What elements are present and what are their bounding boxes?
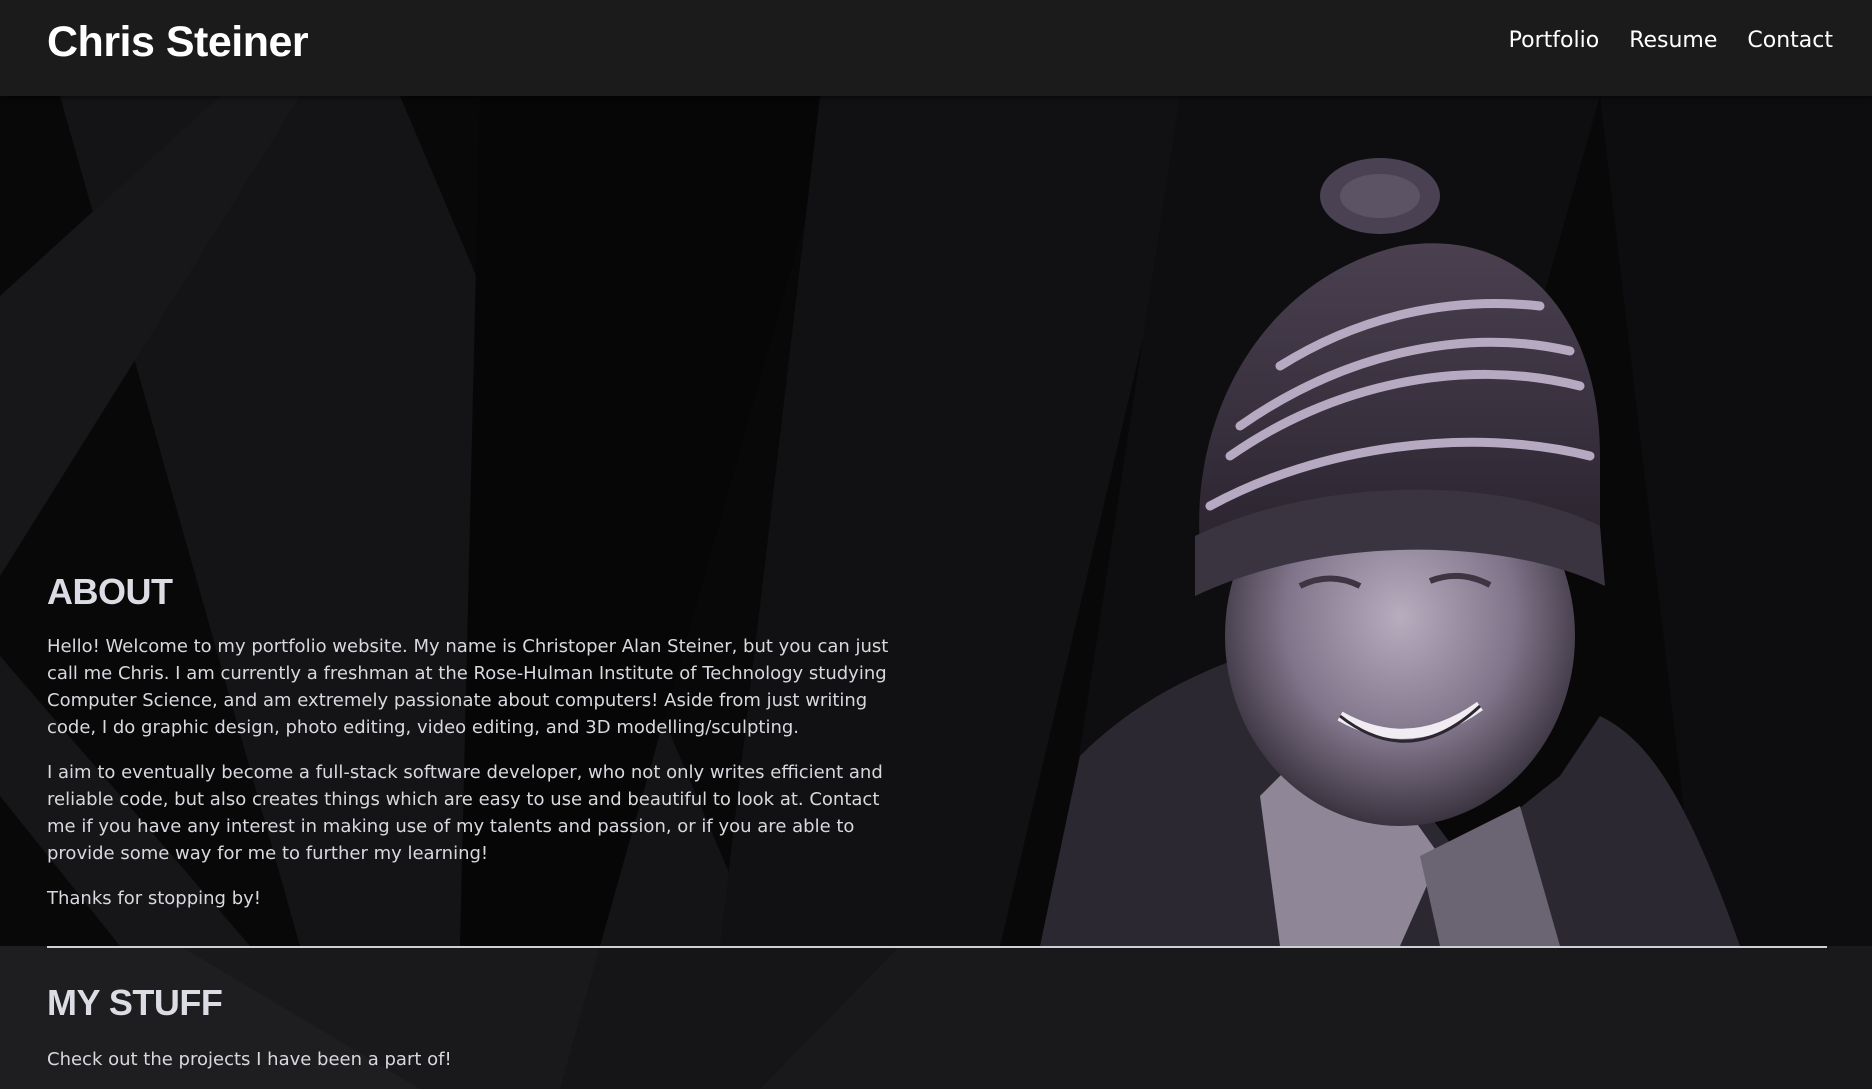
about-section: ABOUT Hello! Welcome to my portfolio web… bbox=[0, 96, 1872, 946]
about-paragraph-2: I aim to eventually become a full-stack … bbox=[47, 762, 883, 864]
main-nav: Portfolio Resume Contact bbox=[1509, 28, 1833, 53]
my-stuff-text: Check out the projects I have been a par… bbox=[47, 1049, 452, 1070]
about-paragraph-3: Thanks for stopping by! bbox=[47, 888, 261, 909]
site-header: Chris Steiner Portfolio Resume Contact bbox=[0, 0, 1872, 96]
portrait-photo bbox=[1040, 158, 1740, 946]
section-divider bbox=[47, 946, 1827, 948]
about-paragraph-1: Hello! Welcome to my portfolio website. … bbox=[47, 636, 889, 738]
about-heading: ABOUT bbox=[47, 571, 173, 612]
my-stuff-heading: MY STUFF bbox=[47, 982, 223, 1023]
nav-contact-link[interactable]: Contact bbox=[1747, 28, 1833, 53]
about-content: ABOUT Hello! Welcome to my portfolio web… bbox=[47, 571, 907, 930]
my-stuff-content: MY STUFF Check out the projects I have b… bbox=[47, 982, 452, 1089]
my-stuff-section: MY STUFF Check out the projects I have b… bbox=[0, 946, 1872, 1089]
site-brand[interactable]: Chris Steiner bbox=[47, 18, 309, 67]
nav-portfolio-link[interactable]: Portfolio bbox=[1509, 28, 1600, 53]
nav-resume-link[interactable]: Resume bbox=[1629, 28, 1717, 53]
